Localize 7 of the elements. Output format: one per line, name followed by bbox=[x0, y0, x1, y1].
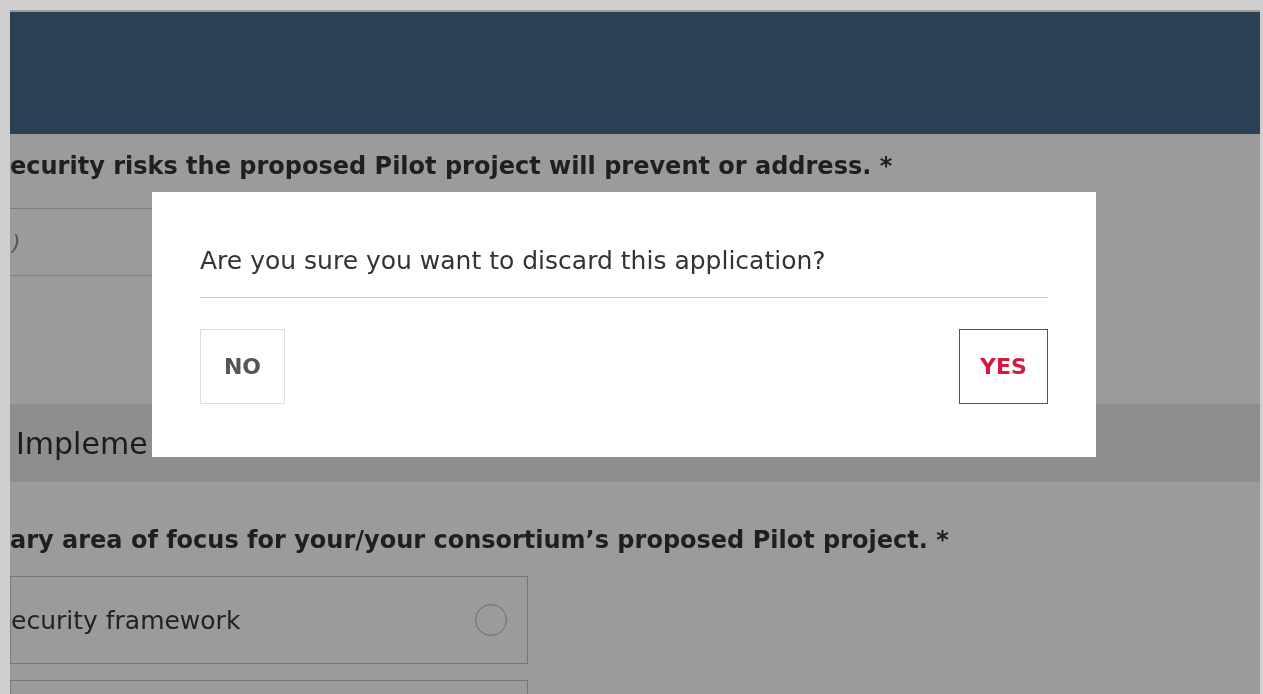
dialog-message: Are you sure you want to discard this application? bbox=[200, 246, 827, 275]
cancel-button[interactable]: NO bbox=[200, 329, 285, 404]
question-label: ecurity risks the proposed Pilot project will prevent or address. * bbox=[10, 152, 894, 180]
section-title: Impleme bbox=[16, 425, 148, 461]
question-label: ary area of focus for your/your consortium’s proposed Pilot project. * bbox=[10, 526, 950, 554]
radio-option[interactable]: ecurity framework bbox=[10, 576, 528, 664]
confirm-button[interactable]: YES bbox=[959, 329, 1048, 404]
